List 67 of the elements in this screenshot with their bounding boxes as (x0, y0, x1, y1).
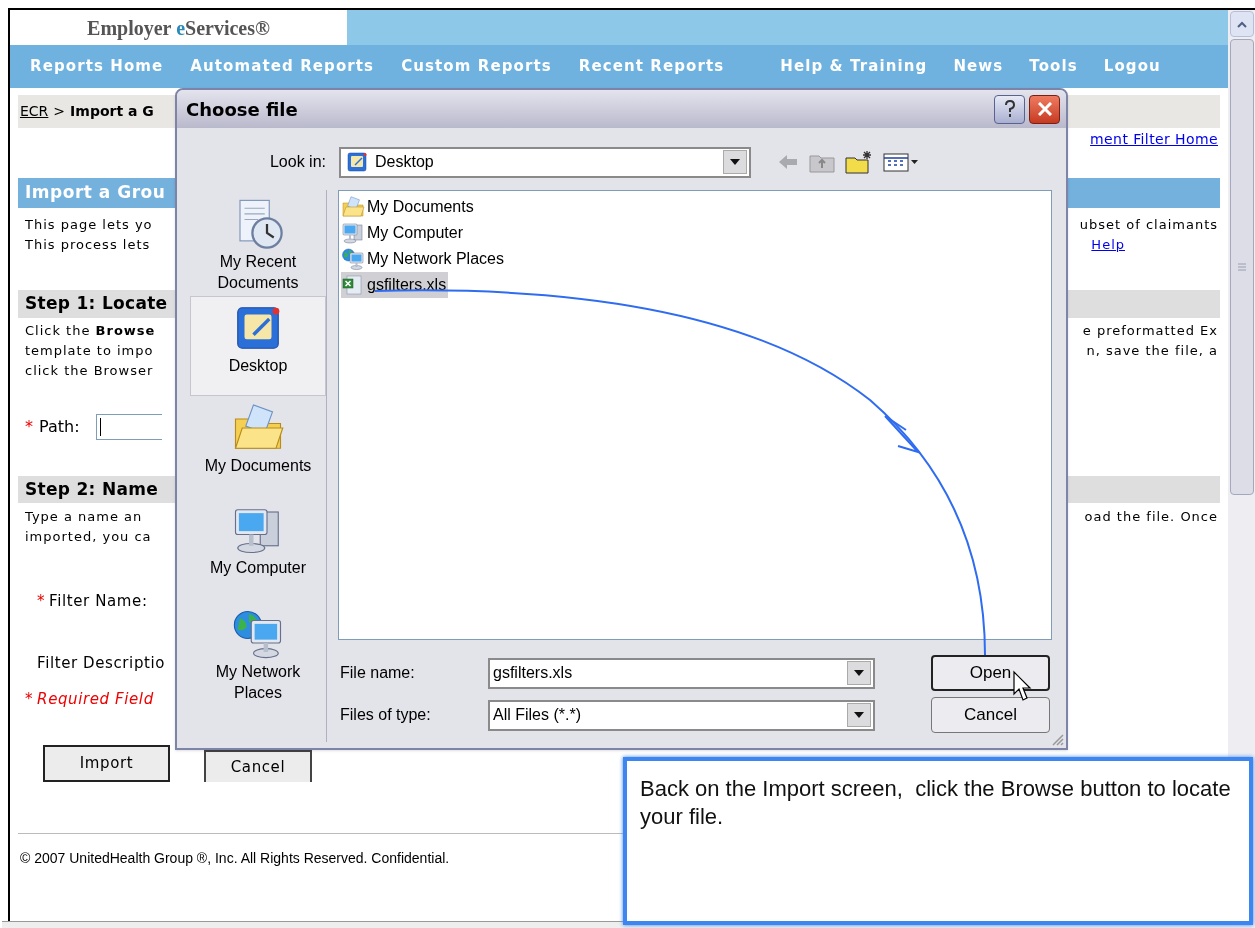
field-label: File name: (339, 663, 416, 683)
copyright-text: © 2007 UnitedHealth Group ®, Inc. All Rights Reserved. Confidential. (19, 849, 451, 868)
field-label: Filter Descriptio (37, 652, 166, 674)
body-text: e preformatted Ex (1082, 322, 1218, 341)
resize-grip-icon[interactable] (1050, 732, 1064, 746)
logo: Employer eServices® (10, 10, 347, 45)
body-text: imported, you ca (25, 528, 152, 547)
body-text: Click the Browse (25, 322, 156, 341)
file-item[interactable]: My Computer (341, 220, 466, 246)
cancel-button[interactable]: Cancel (204, 750, 312, 782)
scroll-up-button[interactable] (1229, 11, 1254, 37)
field-label: Filter Name: (49, 590, 148, 612)
import-button[interactable]: Import (43, 745, 170, 782)
body-text: click the Browser (25, 362, 154, 381)
body-text: Type a name an (25, 508, 143, 527)
filter-home-link[interactable]: ment Filter Home (1090, 128, 1218, 150)
help-button[interactable] (994, 94, 1025, 124)
breadcrumb-current: Import a G (70, 102, 154, 121)
dialog-title: Choose file (186, 97, 299, 122)
required-field-note: Required Field (37, 688, 154, 710)
path-label: Path: (39, 416, 80, 438)
places-item[interactable]: Desktop (190, 296, 326, 396)
body-text: template to impo (25, 342, 154, 361)
dropdown-button[interactable] (847, 703, 871, 727)
file-type-dropdown[interactable]: All Files (*.*) (488, 699, 875, 731)
globe-computer-icon (341, 247, 365, 271)
view-menu-icon[interactable] (883, 152, 919, 172)
close-icon (1037, 102, 1052, 116)
help-link[interactable]: Help (1091, 235, 1125, 255)
callout-text: Back on the Import screen, click the Browse button to locate your file. (640, 775, 1232, 831)
path-input-field[interactable] (95, 414, 162, 440)
open-button[interactable]: Open (931, 655, 1050, 691)
cancel-button[interactable]: Cancel (931, 697, 1050, 733)
question-mark-icon (1003, 100, 1016, 118)
computer-icon (341, 221, 365, 245)
required-asterisk: * (37, 590, 46, 612)
body-text: oad the file. Once (1084, 508, 1218, 527)
file-item[interactable]: gsfilters.xls (341, 272, 449, 298)
spreadsheet-file-icon (341, 273, 365, 297)
caret-up-icon (1236, 20, 1247, 28)
text-cursor (99, 418, 101, 436)
desktop-icon (345, 150, 369, 174)
look-in-label: Look in: (268, 152, 326, 172)
body-text: ubset of claimants (1079, 216, 1218, 235)
caret-icon (854, 712, 864, 718)
scrollbar-thumb[interactable] (1229, 39, 1254, 495)
required-asterisk: * (25, 688, 34, 710)
breadcrumb-link[interactable]: ECR (20, 101, 49, 122)
body-text: This page lets yo (25, 216, 153, 235)
close-button[interactable] (1029, 94, 1060, 124)
dropdown-button[interactable] (723, 150, 747, 174)
mouse-pointer-icon (1013, 670, 1032, 701)
file-name-field[interactable]: gsfilters.xls (488, 657, 875, 689)
look-in-dropdown[interactable]: Desktop (339, 146, 751, 178)
grip-icon (1236, 262, 1247, 272)
body-text: n, save the file, a (1086, 342, 1218, 361)
new-folder-icon[interactable] (845, 150, 873, 174)
field-label: Files of type: (339, 705, 432, 725)
folder-icon (341, 195, 365, 219)
file-item[interactable]: My Network Places (341, 246, 506, 272)
dropdown-button[interactable] (847, 661, 871, 685)
places-item[interactable]: My Network Places (190, 602, 326, 706)
required-asterisk: * (25, 416, 33, 438)
body-text: This process lets (25, 236, 151, 255)
breadcrumb-separator: > (53, 102, 66, 121)
caret-icon (730, 159, 740, 165)
caret-icon (854, 670, 864, 676)
